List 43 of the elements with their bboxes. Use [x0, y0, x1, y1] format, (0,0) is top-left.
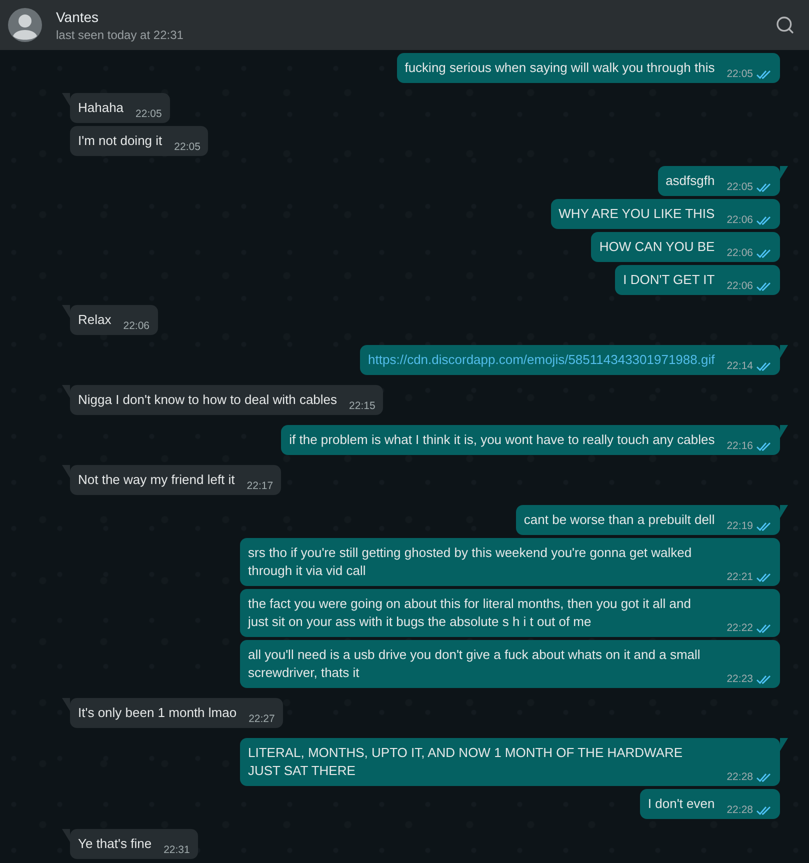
message-text: srs tho if you're still getting ghosted by this weekend you're gonna get walked through it via vid call — [248, 544, 693, 580]
message-text: Relax — [78, 311, 112, 329]
message-time: 22:05 — [726, 180, 753, 194]
message-text: Ye that's fine — [78, 835, 152, 853]
message-text: if the problem is what I think it is, you wont have to really touch any cables — [289, 431, 715, 449]
message-text: asdfsgfh — [666, 172, 715, 190]
message-time: 22:06 — [726, 246, 753, 260]
message-time: 22:06 — [123, 319, 150, 333]
message-text: Hahaha — [78, 99, 124, 117]
message-time: 22:06 — [726, 279, 753, 293]
message-time: 22:15 — [349, 399, 376, 413]
message-link[interactable]: https://cdn.discordapp.com/emojis/585114343301971988.gif — [368, 351, 715, 369]
contact-name: Vantes — [56, 8, 100, 24]
message-text: fucking serious when saying will walk you through this — [404, 59, 715, 77]
message-time: 22:05 — [174, 140, 200, 154]
message-text: I'm not doing it — [78, 132, 162, 150]
message-time: 22:21 — [726, 570, 753, 584]
message-text: cant be worse than a prebuilt dell — [524, 511, 715, 529]
message-time: 22:27 — [248, 712, 275, 726]
message-text: I don't even — [648, 795, 715, 813]
message-text: WHY ARE YOU LIKE THIS — [558, 205, 715, 223]
message-time: 22:23 — [726, 672, 753, 686]
message-time: 22:06 — [726, 213, 753, 227]
message-text: the fact you were going on about this for literal months, then you got it all and just sit on your ass with it bugs the absolute s h i t out of me — [248, 595, 692, 631]
message-text: Nigga I don't know to how to deal with cables — [78, 391, 338, 409]
message-text: all you'll need is a usb drive you don't give a fuck about whats on it and a small screwdriver, thats it — [248, 646, 702, 682]
message-time: 22:31 — [164, 843, 190, 857]
message-text: It's only been 1 month lmao — [78, 704, 237, 722]
message-text: Not the way my friend left it — [78, 471, 235, 489]
message-time: 22:05 — [726, 67, 753, 81]
message-text: LITERAL, MONTHS, UPTO IT, AND NOW 1 MONTH OF THE HARDWARE JUST SAT THERE — [248, 744, 684, 780]
message-time: 22:05 — [136, 107, 162, 121]
avatar-icon — [8, 8, 42, 42]
message-time: 22:22 — [726, 621, 753, 635]
message-time: 22:19 — [726, 519, 753, 533]
message-time: 22:16 — [726, 439, 753, 453]
message-time: 22:28 — [726, 770, 753, 784]
message-time: 22:28 — [726, 803, 753, 817]
last-seen-status: last seen today at 22:31 — [56, 28, 184, 42]
message-text: I DON'T GET IT — [623, 271, 715, 289]
message-text: HOW CAN YOU BE — [599, 238, 715, 256]
message-time: 22:14 — [726, 359, 753, 373]
message-time: 22:17 — [246, 479, 274, 493]
